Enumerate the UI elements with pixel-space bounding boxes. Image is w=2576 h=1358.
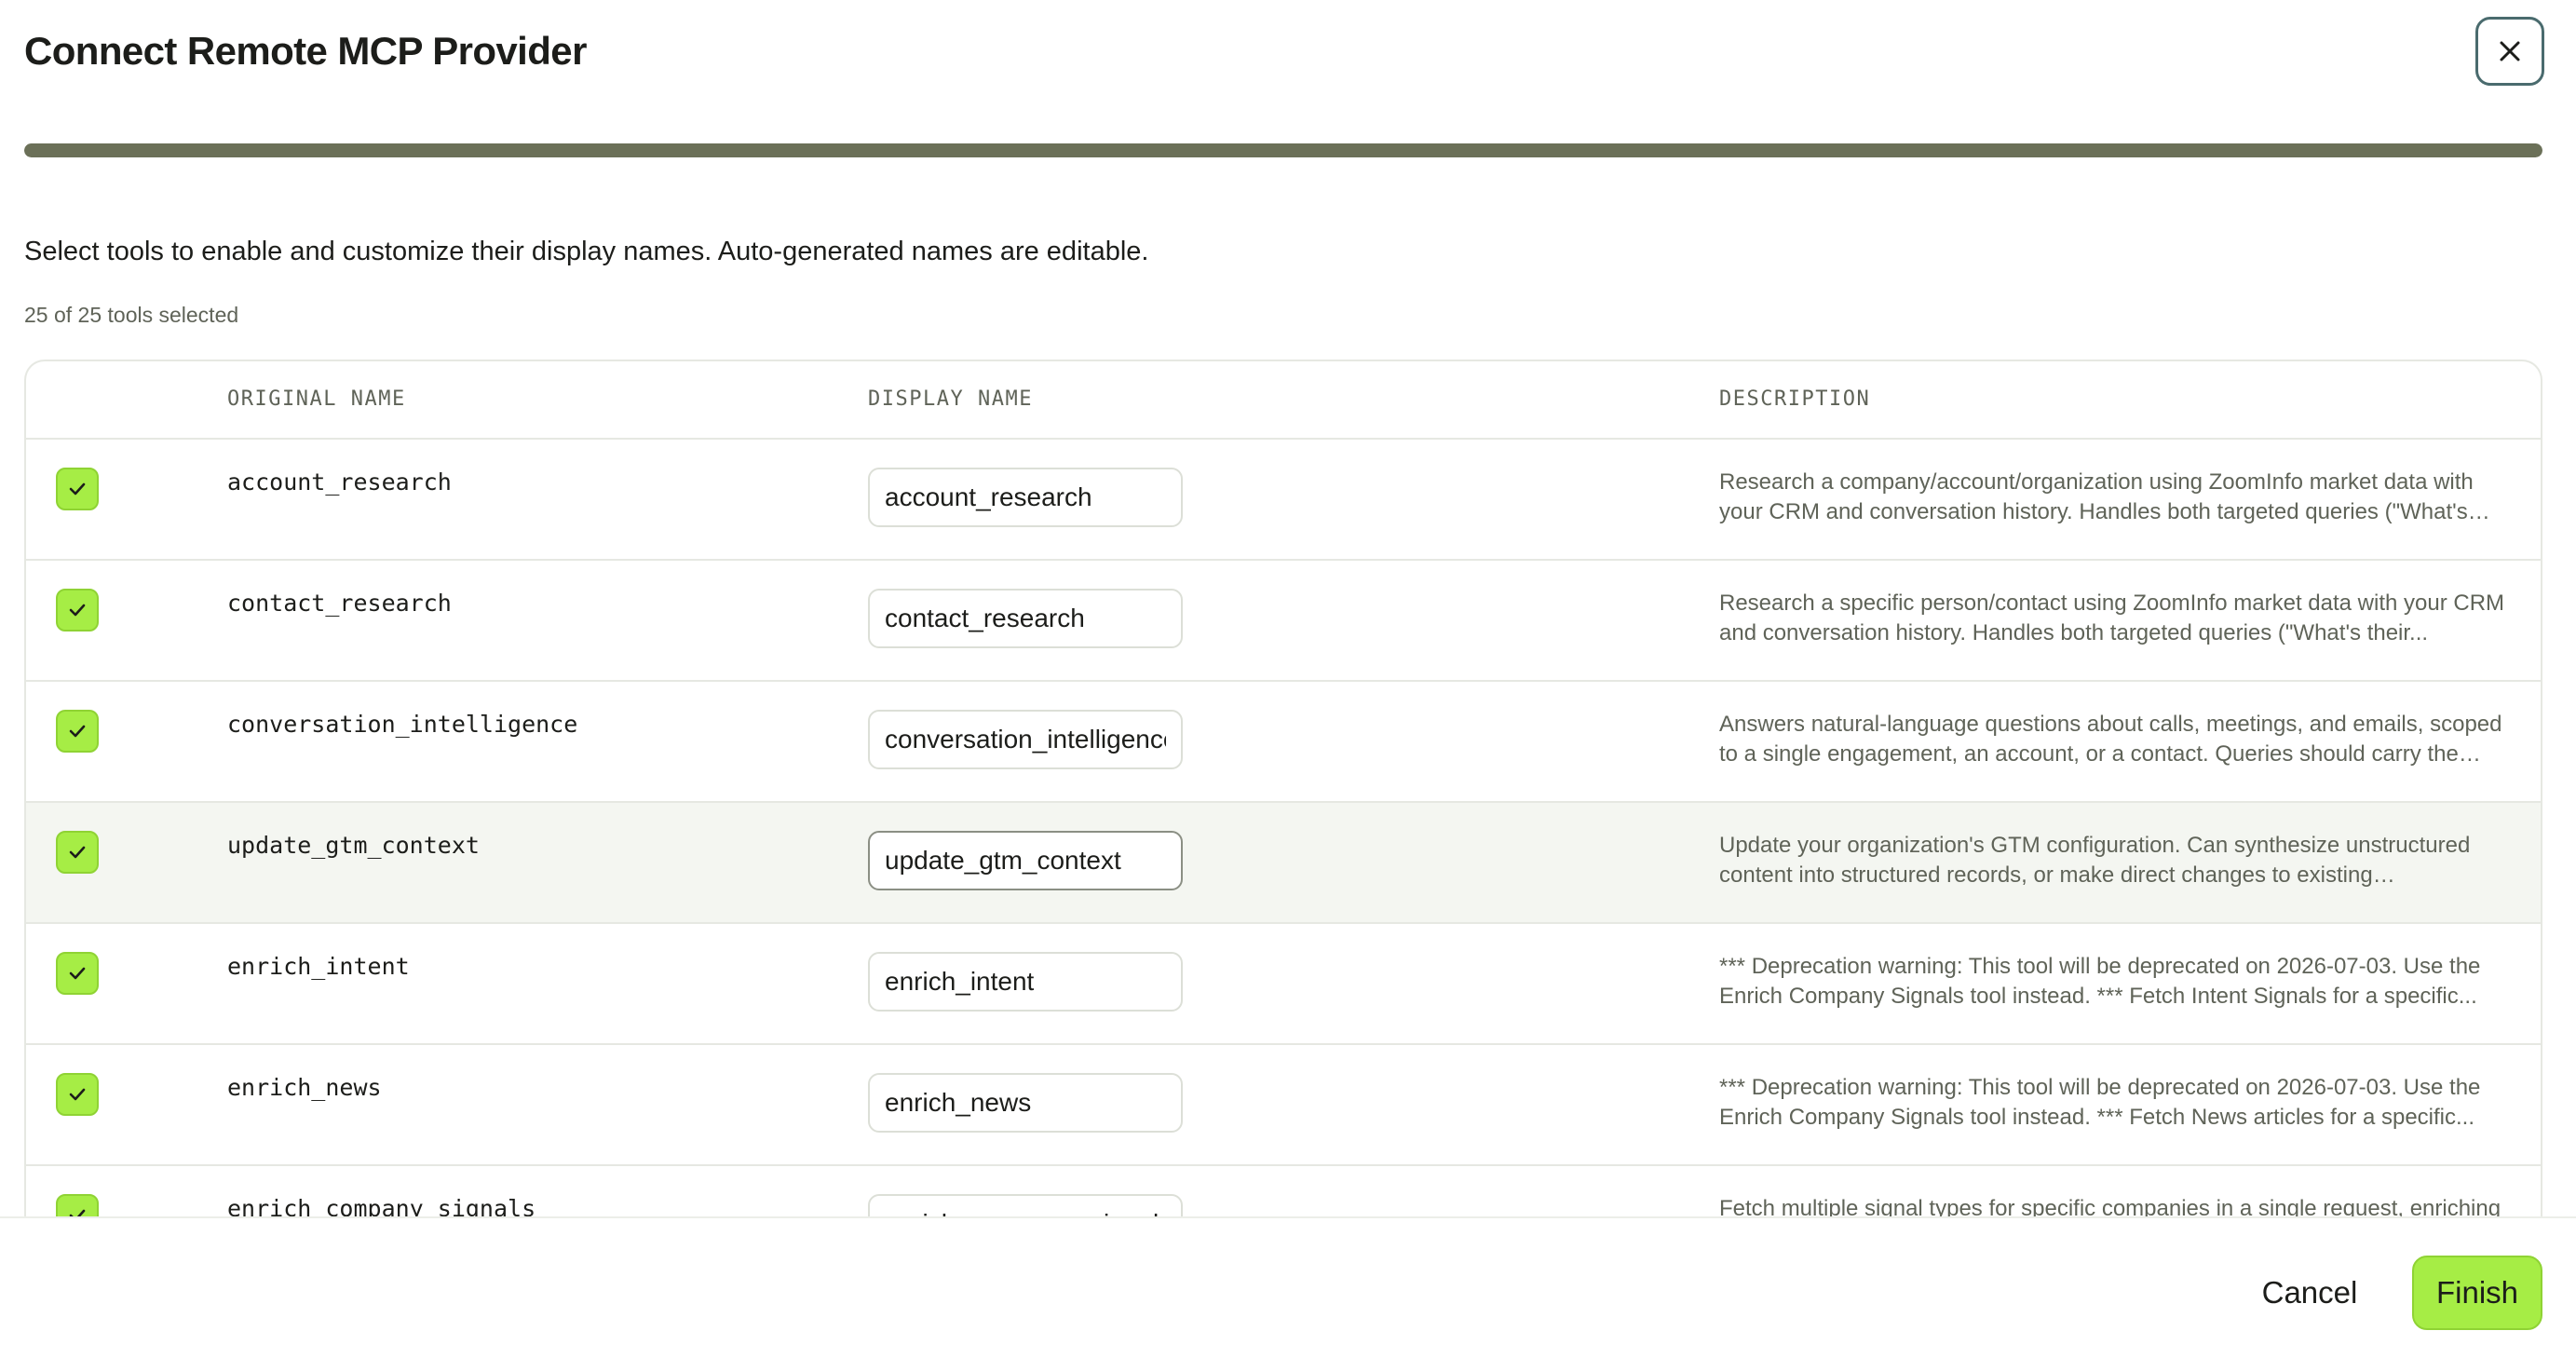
display-name-input[interactable] [868,710,1183,769]
table-row: enrich_news *** Deprecation warning: Thi… [26,1045,2541,1166]
tools-table: ORIGINAL NAME DISPLAY NAME DESCRIPTION a… [24,360,2542,1216]
check-icon [69,725,86,738]
display-name-input[interactable] [868,468,1183,527]
row-checkbox[interactable] [56,1073,99,1116]
original-name: update_gtm_context [227,832,480,859]
original-name: enrich_company_signals [227,1195,536,1216]
instructions-text: Select tools to enable and customize the… [24,237,1149,266]
cancel-button[interactable]: Cancel [2235,1256,2384,1330]
original-name: account_research [227,469,452,496]
progress-bar [24,143,2542,157]
selected-count: 25 of 25 tools selected [24,303,239,327]
table-row: account_research Research a company/acco… [26,440,2541,561]
description: Update your organization's GTM configura… [1719,833,2471,888]
close-icon [2500,41,2520,61]
check-icon [69,967,86,980]
check-icon [69,846,86,859]
check-icon [69,1209,86,1216]
row-checkbox[interactable] [56,1194,99,1216]
row-checkbox[interactable] [56,589,99,631]
header-original-name: ORIGINAL NAME [227,387,406,411]
check-icon [69,604,86,617]
header-description: DESCRIPTION [1719,387,1871,411]
original-name: enrich_intent [227,953,410,980]
table-header: ORIGINAL NAME DISPLAY NAME DESCRIPTION [26,361,2541,440]
display-name-input[interactable] [868,589,1183,648]
display-name-input[interactable] [868,1194,1183,1216]
original-name: enrich_news [227,1074,382,1101]
row-checkbox[interactable] [56,952,99,995]
table-row: contact_research Research a specific per… [26,561,2541,682]
description: Answers natural-language questions about… [1719,712,2502,767]
table-row: enrich_company_signals Fetch multiple si… [26,1166,2541,1216]
table-body: account_research Research a company/acco… [26,440,2541,1216]
description: *** Deprecation warning: This tool will … [1719,954,2481,1009]
progress-fill [24,143,2542,157]
row-checkbox[interactable] [56,468,99,510]
row-checkbox[interactable] [56,710,99,753]
display-name-input[interactable] [868,1073,1183,1133]
table-row: conversation_intelligence Answers natura… [26,682,2541,803]
description: *** Deprecation warning: This tool will … [1719,1075,2481,1130]
finish-button[interactable]: Finish [2412,1256,2542,1330]
display-name-input[interactable] [868,952,1183,1012]
dialog-title: Connect Remote MCP Provider [24,29,587,73]
original-name: conversation_intelligence [227,711,578,738]
check-icon [69,1088,86,1101]
dialog-footer: Cancel Finish [0,1216,2576,1358]
connect-mcp-dialog: Connect Remote MCP Provider Select tools… [0,0,2576,1358]
display-name-input[interactable] [868,831,1183,890]
description: Research a company/account/organization … [1719,469,2474,524]
description: Fetch multiple signal types for specific… [1719,1196,2501,1216]
header-display-name: DISPLAY NAME [868,387,1033,411]
description: Research a specific person/contact using… [1719,591,2505,645]
check-icon [69,482,86,496]
close-button[interactable] [2475,17,2544,86]
table-row: enrich_intent *** Deprecation warning: T… [26,924,2541,1045]
table-row: update_gtm_context Update your organizat… [26,803,2541,924]
original-name: contact_research [227,590,452,617]
row-checkbox[interactable] [56,831,99,874]
